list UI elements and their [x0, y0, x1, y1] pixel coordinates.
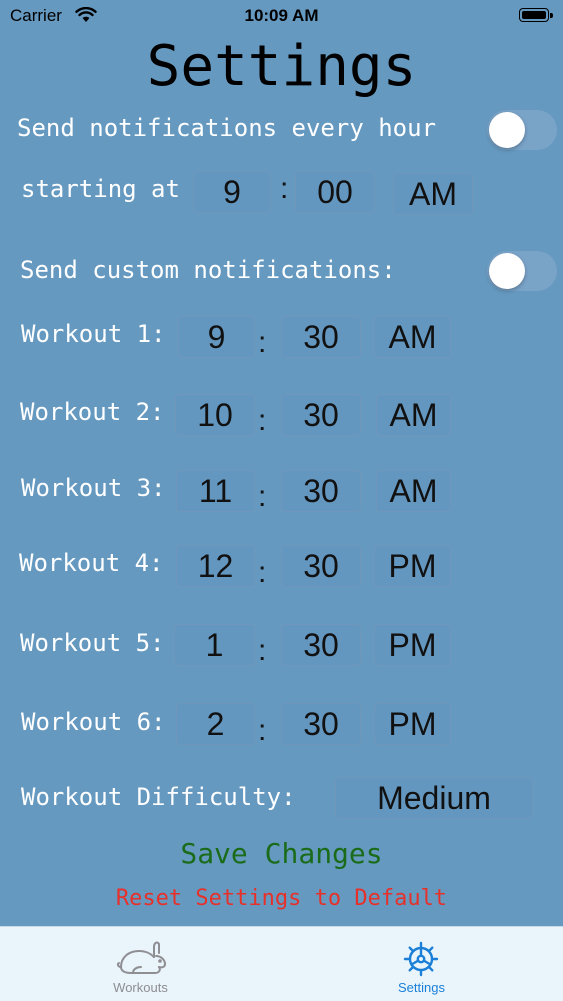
workout-6-colon: :	[258, 714, 267, 747]
workout-5-period-field[interactable]: PM	[374, 624, 451, 666]
workout-3-minute-field[interactable]: 30	[281, 470, 361, 512]
workout-2-label: Workout 2:	[20, 398, 165, 426]
gear-icon	[403, 941, 439, 977]
workout-5-label: Workout 5:	[20, 629, 165, 657]
workout-5-hour-field[interactable]: 1	[174, 624, 255, 666]
workout-difficulty-label: Workout Difficulty:	[21, 783, 296, 811]
workout-6-label: Workout 6:	[21, 708, 166, 736]
workout-1-colon: :	[258, 326, 267, 359]
custom-notifications-label: Send custom notifications:	[20, 256, 396, 284]
workout-2-minute-field[interactable]: 30	[281, 394, 361, 436]
workout-4-colon: :	[258, 556, 267, 589]
toggle-knob	[489, 112, 525, 148]
workout-3-label: Workout 3:	[21, 474, 166, 502]
custom-notifications-toggle[interactable]	[487, 251, 557, 291]
hourly-notifications-toggle[interactable]	[487, 110, 557, 150]
workout-4-hour-field[interactable]: 12	[176, 545, 255, 587]
starting-at-label: starting at	[21, 175, 180, 203]
workout-2-period-field[interactable]: AM	[376, 394, 451, 436]
hourly-notifications-label: Send notifications every hour	[17, 114, 437, 142]
workout-3-colon: :	[258, 480, 267, 513]
rabbit-icon	[116, 941, 166, 974]
workout-3-hour-field[interactable]: 11	[176, 470, 255, 512]
workout-4-minute-field[interactable]: 30	[281, 545, 361, 587]
workout-3-period-field[interactable]: AM	[376, 470, 451, 512]
workout-2-hour-field[interactable]: 10	[175, 394, 255, 436]
tab-workouts-label: Workouts	[113, 980, 168, 995]
tab-bar: Workouts Settings	[0, 926, 563, 1001]
reset-settings-button[interactable]: Reset Settings to Default	[0, 886, 563, 911]
start-hour-field[interactable]: 9	[193, 171, 271, 213]
tab-settings-label: Settings	[398, 980, 445, 995]
page-title: Settings	[146, 34, 417, 99]
workout-5-colon: :	[258, 634, 267, 667]
battery-icon	[519, 8, 553, 22]
workout-4-period-field[interactable]: PM	[374, 545, 451, 587]
clock-time: 10:09 AM	[244, 6, 319, 25]
toggle-knob	[489, 253, 525, 289]
start-time-colon: :	[280, 172, 289, 205]
workout-6-hour-field[interactable]: 2	[176, 703, 255, 745]
workout-1-label: Workout 1:	[21, 320, 166, 348]
workout-2-colon: :	[258, 404, 267, 437]
workout-4-label: Workout 4:	[19, 549, 164, 577]
start-minute-field[interactable]: 00	[295, 171, 375, 213]
workout-6-period-field[interactable]: PM	[374, 703, 451, 745]
workout-5-minute-field[interactable]: 30	[281, 624, 361, 666]
workout-1-period-field[interactable]: AM	[374, 316, 451, 358]
status-bar: Carrier 10:09 AM	[0, 0, 563, 32]
workout-1-hour-field[interactable]: 9	[178, 316, 255, 358]
tab-settings[interactable]: Settings	[281, 927, 562, 1001]
workout-difficulty-picker[interactable]: Medium	[335, 777, 533, 819]
workout-6-minute-field[interactable]: 30	[281, 703, 361, 745]
save-changes-button[interactable]: Save Changes	[0, 837, 563, 870]
workout-1-minute-field[interactable]: 30	[281, 316, 361, 358]
tab-workouts[interactable]: Workouts	[0, 927, 281, 1001]
start-period-field[interactable]: AM	[393, 173, 473, 215]
